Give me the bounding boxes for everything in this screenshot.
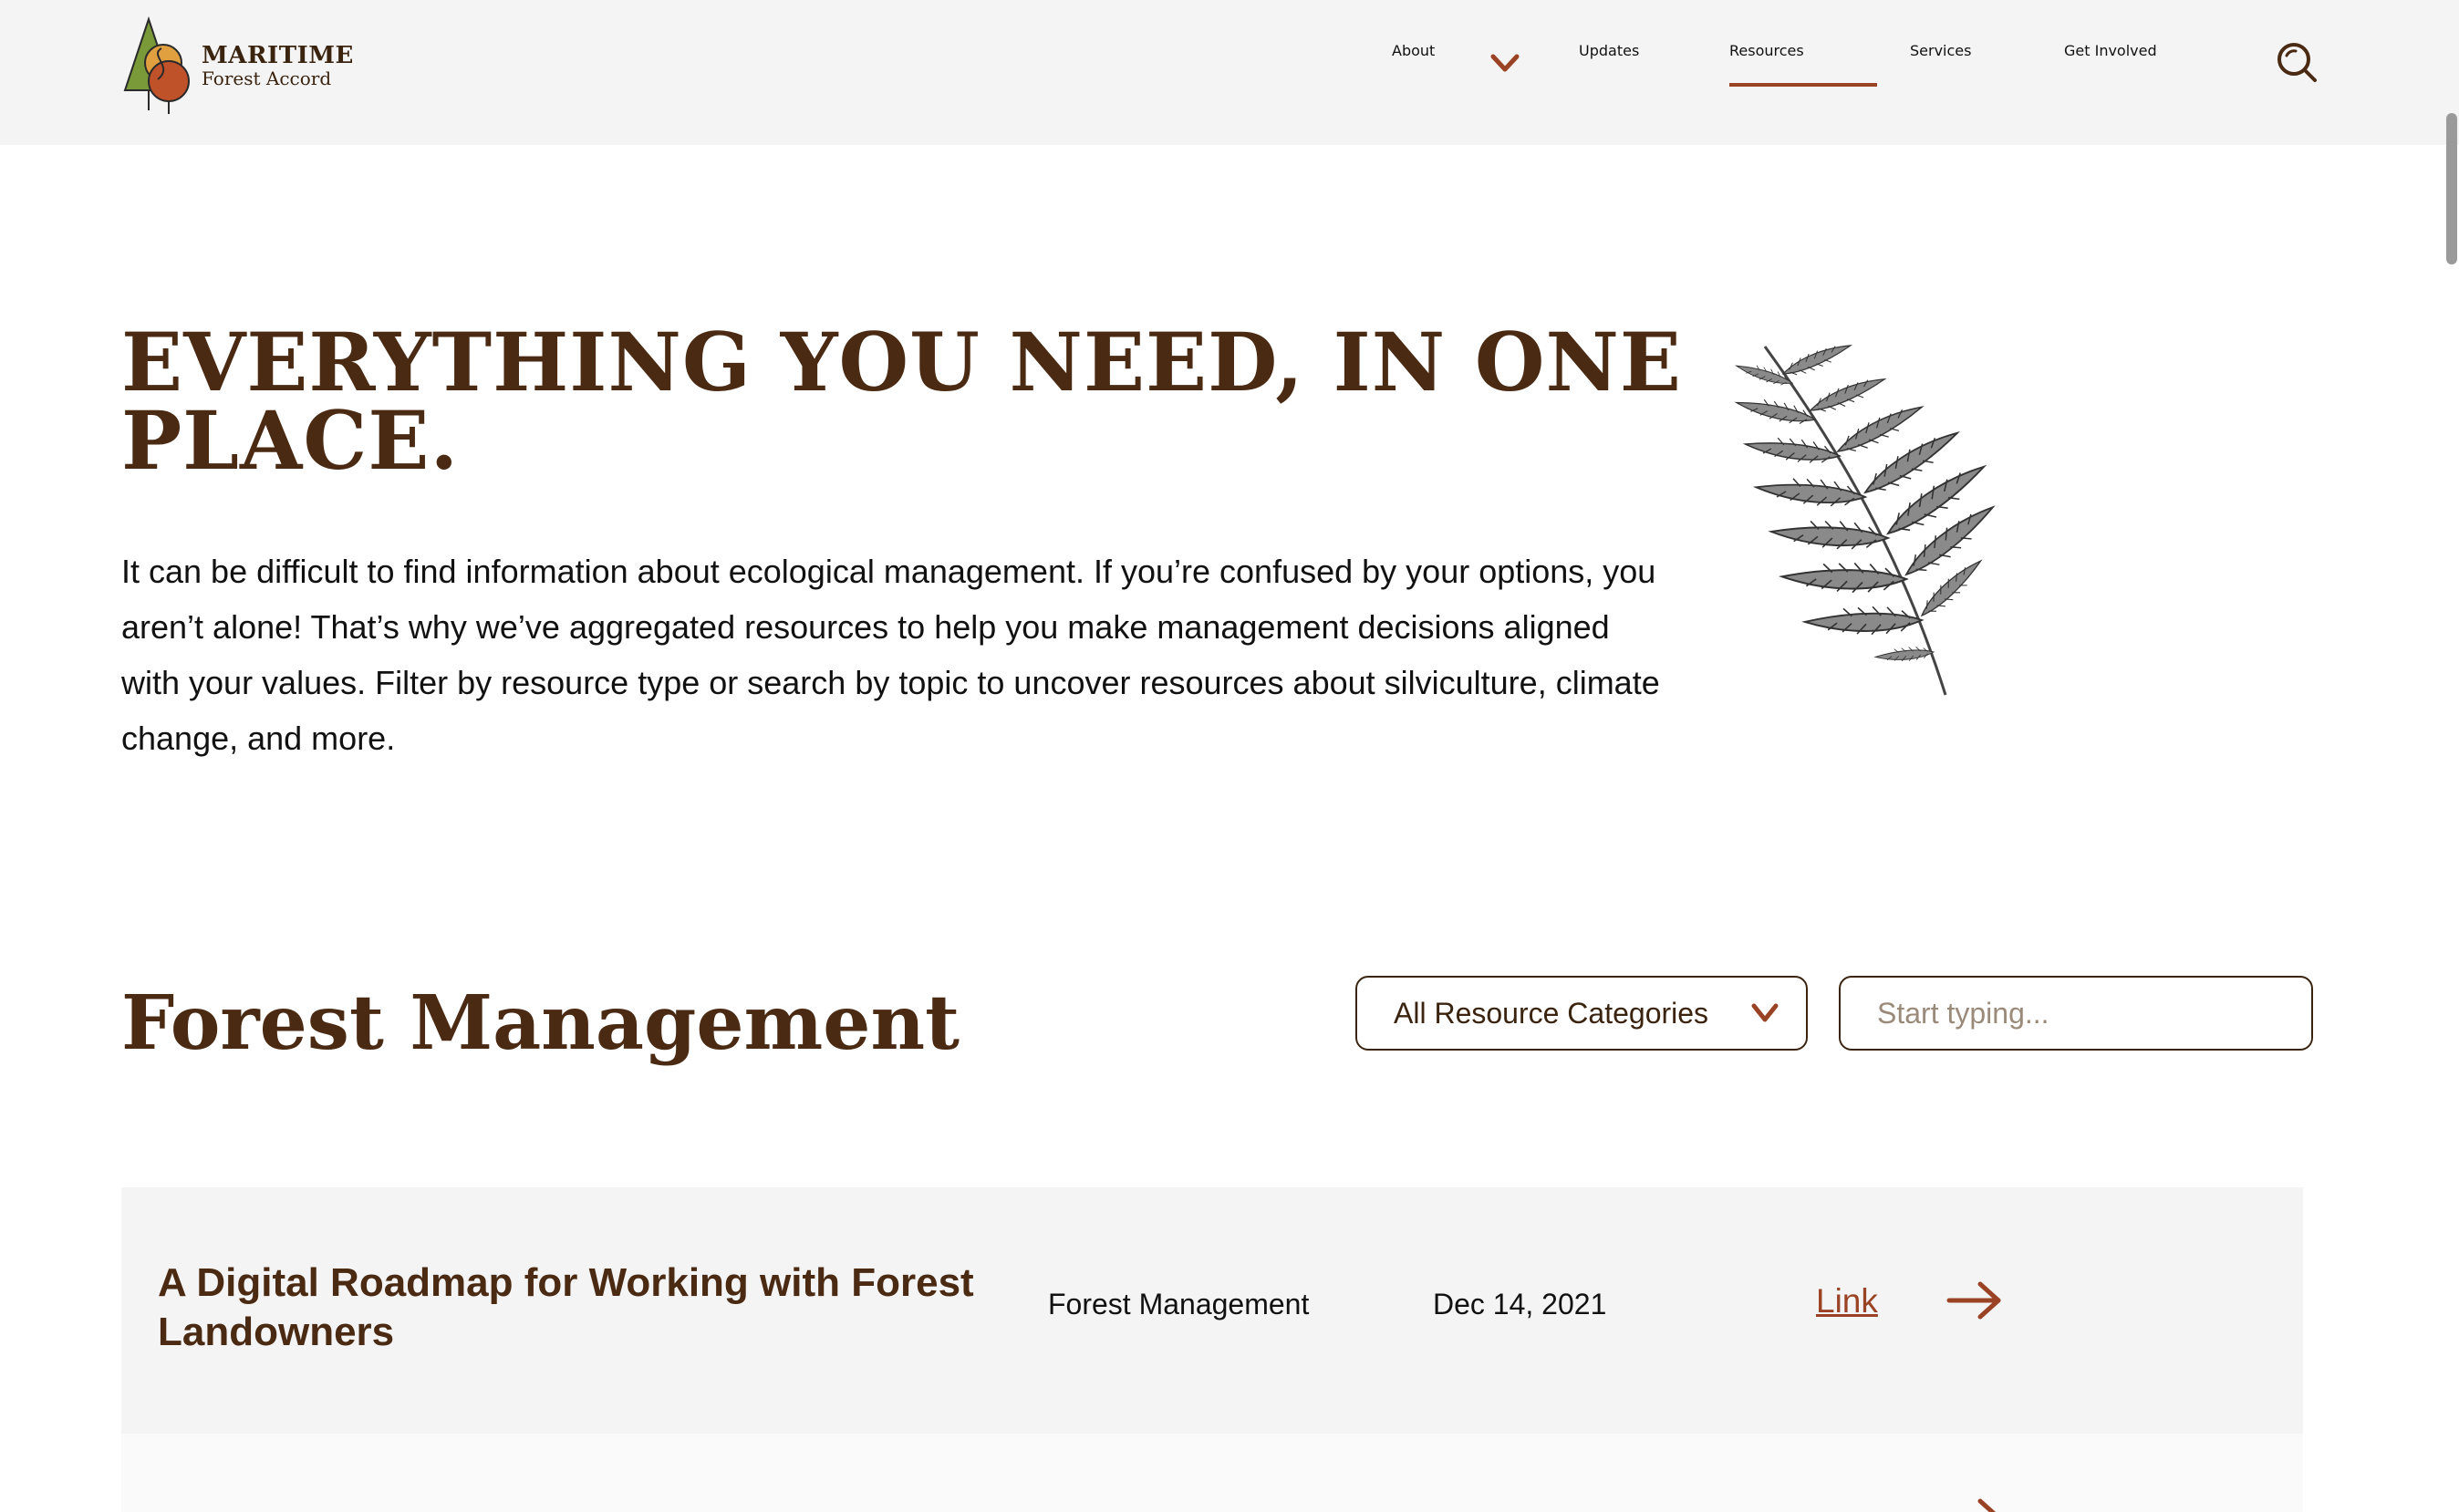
resource-category: Forest Management — [1048, 1288, 1310, 1320]
nav-updates[interactable]: Updates — [1579, 42, 1639, 59]
chevron-down-icon[interactable] — [1490, 53, 1520, 73]
logo-trees-icon — [123, 16, 190, 114]
nav-get-involved[interactable]: Get Involved — [2064, 42, 2157, 59]
resource-title: A Digital Roadmap for Working with Fores… — [158, 1260, 974, 1354]
nav-services[interactable]: Services — [1910, 42, 1971, 59]
hero-description: It can be difficult to find information … — [121, 553, 1660, 757]
logo-line-2: Forest Accord — [202, 67, 332, 89]
table-row: A Digital Roadmap for Working with Fores… — [121, 1187, 2303, 1434]
resource-link[interactable]: Link — [1816, 1282, 1878, 1320]
section-title: Forest Management — [121, 979, 960, 1067]
table-row — [121, 1434, 2303, 1512]
chevron-down-icon — [1751, 1003, 1779, 1022]
hero-title: EVERYTHING YOU NEED, IN ONE PLACE. — [121, 315, 1682, 488]
fern-illustration — [1734, 338, 2004, 696]
active-nav-indicator — [1729, 83, 1877, 87]
resource-category-select[interactable]: All Resource Categories — [1355, 976, 1808, 1051]
scrollbar-thumb[interactable] — [2446, 113, 2457, 264]
nav-resources[interactable]: Resources — [1729, 42, 1804, 59]
resource-date: Dec 14, 2021 — [1433, 1288, 1607, 1320]
site-logo[interactable]: MARITIME Forest Accord — [121, 16, 353, 116]
nav-about[interactable]: About — [1392, 42, 1435, 59]
resource-category-select-value: All Resource Categories — [1394, 996, 1709, 1030]
search-icon[interactable] — [2275, 40, 2319, 84]
arrow-right-icon[interactable] — [1945, 1280, 2004, 1320]
arrow-right-icon[interactable] — [1945, 1497, 2004, 1512]
site-header: MARITIME Forest Accord About Updates Res… — [0, 0, 2459, 145]
logo-line-1: MARITIME — [202, 42, 354, 69]
resource-search-input[interactable] — [1839, 976, 2313, 1051]
